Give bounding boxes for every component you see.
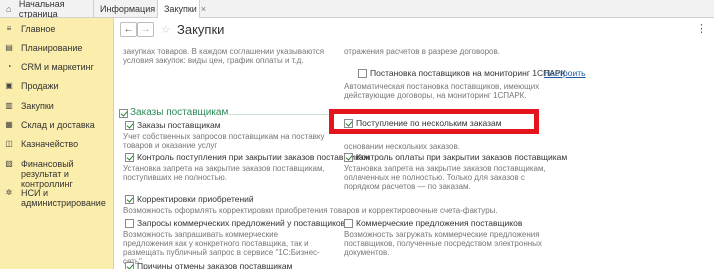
- sidebar: ≡ Главное ▤ Планирование ◔ CRM и маркети…: [0, 18, 114, 269]
- tab-bar: ⌂ Начальная страница Информация Закупки …: [0, 0, 714, 19]
- sidebar-item-planning[interactable]: ▤ Планирование: [0, 43, 114, 53]
- tab-purchases-label: Закупки: [164, 4, 197, 14]
- page-title: Закупки: [177, 22, 225, 37]
- tab-home-label: Начальная страница: [18, 0, 65, 19]
- highlight-frame: [329, 109, 539, 134]
- sidebar-item-label: Закупки: [21, 101, 54, 111]
- tab-info-label: Информация: [100, 4, 156, 14]
- home-icon: ⌂: [6, 4, 12, 14]
- section-orders-checkbox[interactable]: [119, 109, 128, 118]
- sidebar-item-label: НСИ и администрирование: [21, 188, 106, 208]
- agreements-description: закупках товаров. В каждом соглашении ук…: [123, 47, 325, 65]
- forward-button[interactable]: →: [137, 22, 154, 37]
- supplier-orders-label: Заказы поставщикам: [137, 120, 221, 130]
- sidebar-item-finance[interactable]: ▧ Финансовый результат и контроллинг: [0, 159, 114, 189]
- sidebar-item-crm[interactable]: ◔ CRM и маркетинг: [0, 62, 114, 72]
- receipt-control-label: Контроль поступления при закрытии заказо…: [137, 152, 370, 162]
- payment-control-label: Контроль оплаты при закрытии заказов пос…: [356, 152, 568, 162]
- section-title: Заказы поставщикам: [130, 107, 229, 118]
- sidebar-item-sales[interactable]: ▣ Продажи: [0, 81, 114, 91]
- corrections-checkbox[interactable]: [125, 195, 134, 204]
- monitoring-checkbox[interactable]: [358, 69, 367, 78]
- finance-icon: ▧: [5, 159, 13, 168]
- sidebar-item-label: Казначейство: [21, 139, 79, 149]
- menu-icon: ≡: [6, 24, 12, 33]
- tab-info[interactable]: Информация: [94, 0, 158, 18]
- receipt-control-checkbox[interactable]: [125, 153, 134, 162]
- cancel-reasons-label: Причины отмены заказов поставщикам: [137, 261, 293, 269]
- payment-control-description: Установка запрета на закрытие заказов по…: [344, 164, 546, 191]
- treasury-icon: ◫: [5, 139, 13, 148]
- sidebar-item-warehouse[interactable]: ▦ Склад и доставка: [0, 120, 114, 130]
- tab-home[interactable]: ⌂ Начальная страница: [0, 0, 94, 19]
- sidebar-item-label: Склад и доставка: [21, 120, 95, 130]
- warehouse-icon: ▦: [5, 120, 13, 129]
- sales-icon: ▣: [5, 81, 13, 90]
- receipt-control-description: Установка запрета на закрытие заказов по…: [123, 164, 325, 182]
- sidebar-item-label: CRM и маркетинг: [21, 62, 94, 72]
- sidebar-item-main[interactable]: ≡ Главное: [0, 24, 114, 34]
- multi-orders-description: основании нескольких заказов.: [344, 142, 460, 151]
- star-icon[interactable]: ☆: [161, 23, 171, 36]
- toolbar: ← → ☆ Закупки ⋮: [114, 18, 714, 40]
- contracts-description: отражения расчетов в разрезе договоров.: [344, 47, 500, 56]
- cancel-reasons-checkbox[interactable]: [125, 262, 134, 269]
- crm-icon: ◔: [6, 62, 12, 71]
- sidebar-item-purchases[interactable]: ▥ Закупки: [0, 101, 114, 111]
- tab-purchases[interactable]: Закупки ×: [158, 0, 206, 19]
- sidebar-item-treasury[interactable]: ◫ Казначейство: [0, 139, 114, 149]
- section-divider: [224, 114, 329, 115]
- sidebar-item-label: Планирование: [21, 43, 83, 53]
- payment-control-checkbox[interactable]: [344, 153, 353, 162]
- more-icon[interactable]: ⋮: [696, 22, 707, 35]
- offers-description: Возможность загружать коммерческие предл…: [344, 230, 542, 257]
- monitoring-label: Постановка поставщиков на мониторинг 1СП…: [370, 68, 566, 78]
- supplier-orders-checkbox[interactable]: [125, 121, 134, 130]
- rfq-checkbox[interactable]: [125, 219, 134, 228]
- back-button[interactable]: ←: [120, 22, 137, 37]
- corrections-label: Корректировки приобретений: [137, 194, 254, 204]
- offers-checkbox[interactable]: [344, 219, 353, 228]
- sidebar-item-label: Финансовый результат и контроллинг: [21, 159, 74, 189]
- offers-label: Коммерческие предложения поставщиков: [356, 218, 523, 228]
- sidebar-item-label: Главное: [21, 24, 56, 34]
- rfq-label: Запросы коммерческих предложений у поста…: [137, 218, 346, 228]
- corrections-description: Возможность оформлять корректировки прио…: [123, 206, 498, 215]
- main-content: ← → ☆ Закупки ⋮ закупках товаров. В кажд…: [114, 18, 714, 269]
- close-icon[interactable]: ×: [201, 4, 206, 14]
- supplier-orders-description: Учет собственных запросов поставщикам на…: [123, 132, 325, 150]
- planning-icon: ▤: [5, 43, 13, 52]
- gear-icon: ✲: [5, 188, 13, 197]
- monitoring-description: Автоматическая постановка поставщиков, и…: [344, 82, 540, 100]
- purchases-icon: ▥: [5, 101, 13, 110]
- sidebar-item-admin[interactable]: ✲ НСИ и администрирование: [0, 188, 114, 208]
- monitoring-configure-link[interactable]: Настроить: [544, 68, 586, 78]
- sidebar-item-label: Продажи: [21, 81, 59, 91]
